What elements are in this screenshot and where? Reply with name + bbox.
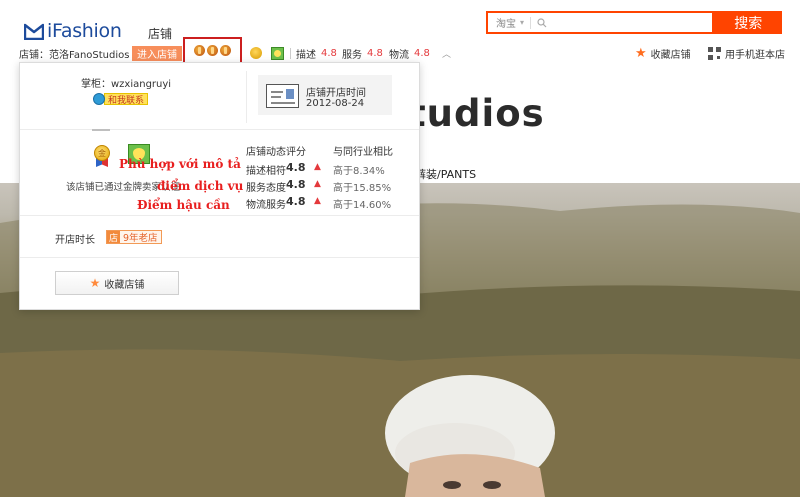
shop-age-badge: 店 9年老店 [106,230,162,244]
mobile-shop-link[interactable]: 用手机逛本店 [708,44,785,62]
arrow-up-icon: ▲ [314,196,321,206]
rating-row: 服务态度 4.8 ▲ 高于15.85% [246,178,416,195]
ifashion-logo-icon [24,23,44,40]
qr-code-icon [708,46,721,60]
rating-row-score: 4.8 [286,161,306,174]
rating-label: 描述 [296,49,316,61]
shop-name: 店铺：范洛FanoStudios [19,49,130,61]
rating-row-compare: 高于15.85% [333,183,392,194]
search-input[interactable] [551,14,713,31]
shop-since-date: 2012-08-24 [306,98,365,109]
chevron-down-icon: ▾ [520,18,525,27]
section-marker [92,129,110,131]
gold-medal-icon: 金 [92,145,112,167]
popup-seller-row: 掌柜：wzxiangruyi 和我联系 店铺开店时间 2012-08-24 [20,63,419,129]
rating-row: 描述相符 4.8 ▲ 高于8.34% [246,161,416,178]
rating-row: 物流服务 4.8 ▲ 高于14.60% [246,195,416,212]
collect-shop-link[interactable]: ★ 收藏店铺 [635,44,691,62]
annotation-logistics: Điểm hậu cần [137,198,230,212]
shop-since-label: 店铺开店时间 [306,88,366,99]
star-icon: ★ [635,45,647,61]
tab-shop[interactable]: 店铺 [148,25,172,42]
search-button[interactable]: 搜索 [714,11,782,34]
crown-icon [207,45,218,56]
shop-since-box: 店铺开店时间 2012-08-24 [258,75,392,115]
search-bar: 淘宝 ▾ 搜索 [486,11,782,34]
rating-score: 4.8 [321,47,337,59]
rating-service: 服务 4.8 [342,44,383,62]
shop-age-label: 开店时长 [55,235,95,246]
rating-row-compare: 高于8.34% [333,166,385,177]
chevron-up-icon[interactable]: ︿ [442,44,451,62]
arrow-up-icon: ▲ [314,162,321,172]
rating-row-score: 4.8 [286,178,306,191]
divider [20,129,419,130]
search-scope-select[interactable]: 淘宝 ▾ [488,15,524,30]
search-box: 淘宝 ▾ [486,11,715,34]
favorite-shop-button[interactable]: ★ 收藏店铺 [55,271,179,295]
shop-icon: 店 [107,231,121,244]
divider [20,257,419,258]
crown-icon [194,45,205,56]
divider [290,47,291,59]
ifashion-logo[interactable]: iFashion [24,19,122,43]
rating-row-label: 服务态度 [246,183,286,194]
arrow-up-icon: ▲ [314,179,321,189]
divider [246,71,247,123]
annotation-description: Phù hợp với mô tả [119,157,241,171]
crown-icon [220,45,231,56]
rating-row-label: 描述相符 [246,166,286,177]
rating-logistics: 物流 4.8 [389,44,430,62]
contact-label: 和我联系 [104,93,149,106]
shop-banner-title: tudios [408,92,545,135]
enter-shop-button[interactable]: 进入店铺 [132,45,182,61]
rating-description: 描述 4.8 [296,44,337,62]
search-scope-label: 淘宝 [496,19,516,30]
rating-score: 4.8 [367,47,383,59]
rating-row-score: 4.8 [286,195,306,208]
gold-seller-icon[interactable] [250,47,262,59]
shop-crown-badges[interactable] [183,37,242,64]
rating-row-compare: 高于14.60% [333,200,392,211]
shop-age-text: 9年老店 [123,233,158,244]
favorite-shop-label: 收藏店铺 [104,279,145,291]
mobile-shop-label: 用手机逛本店 [725,49,785,61]
rating-label: 服务 [342,49,362,61]
rating-row-label: 物流服务 [246,200,286,211]
contact-seller-button[interactable]: 和我联系 [93,93,149,106]
rating-header: 店铺动态评分 [246,147,306,158]
star-icon: ★ [89,276,101,290]
id-card-icon [266,84,299,108]
chat-icon [93,93,105,105]
category-nav-item[interactable]: 裤装/PANTS [415,166,476,182]
consumer-protection-icon[interactable] [271,46,284,60]
rating-label: 物流 [389,49,409,61]
seller-name: 掌柜：wzxiangruyi [81,79,172,90]
rating-score: 4.8 [414,47,430,59]
collect-shop-label: 收藏店铺 [650,49,691,61]
annotation-service: điểm dịch vụ [157,179,244,193]
brand-name: iFashion [47,20,122,42]
compare-header: 与同行业相比 [333,147,393,158]
divider [20,215,419,216]
search-icon [537,17,547,28]
search-divider [530,16,532,29]
shop-info-bar: 店铺：范洛FanoStudios 进入店铺 描述 4.8 服务 4.8 物流 4.8 … [0,37,800,64]
